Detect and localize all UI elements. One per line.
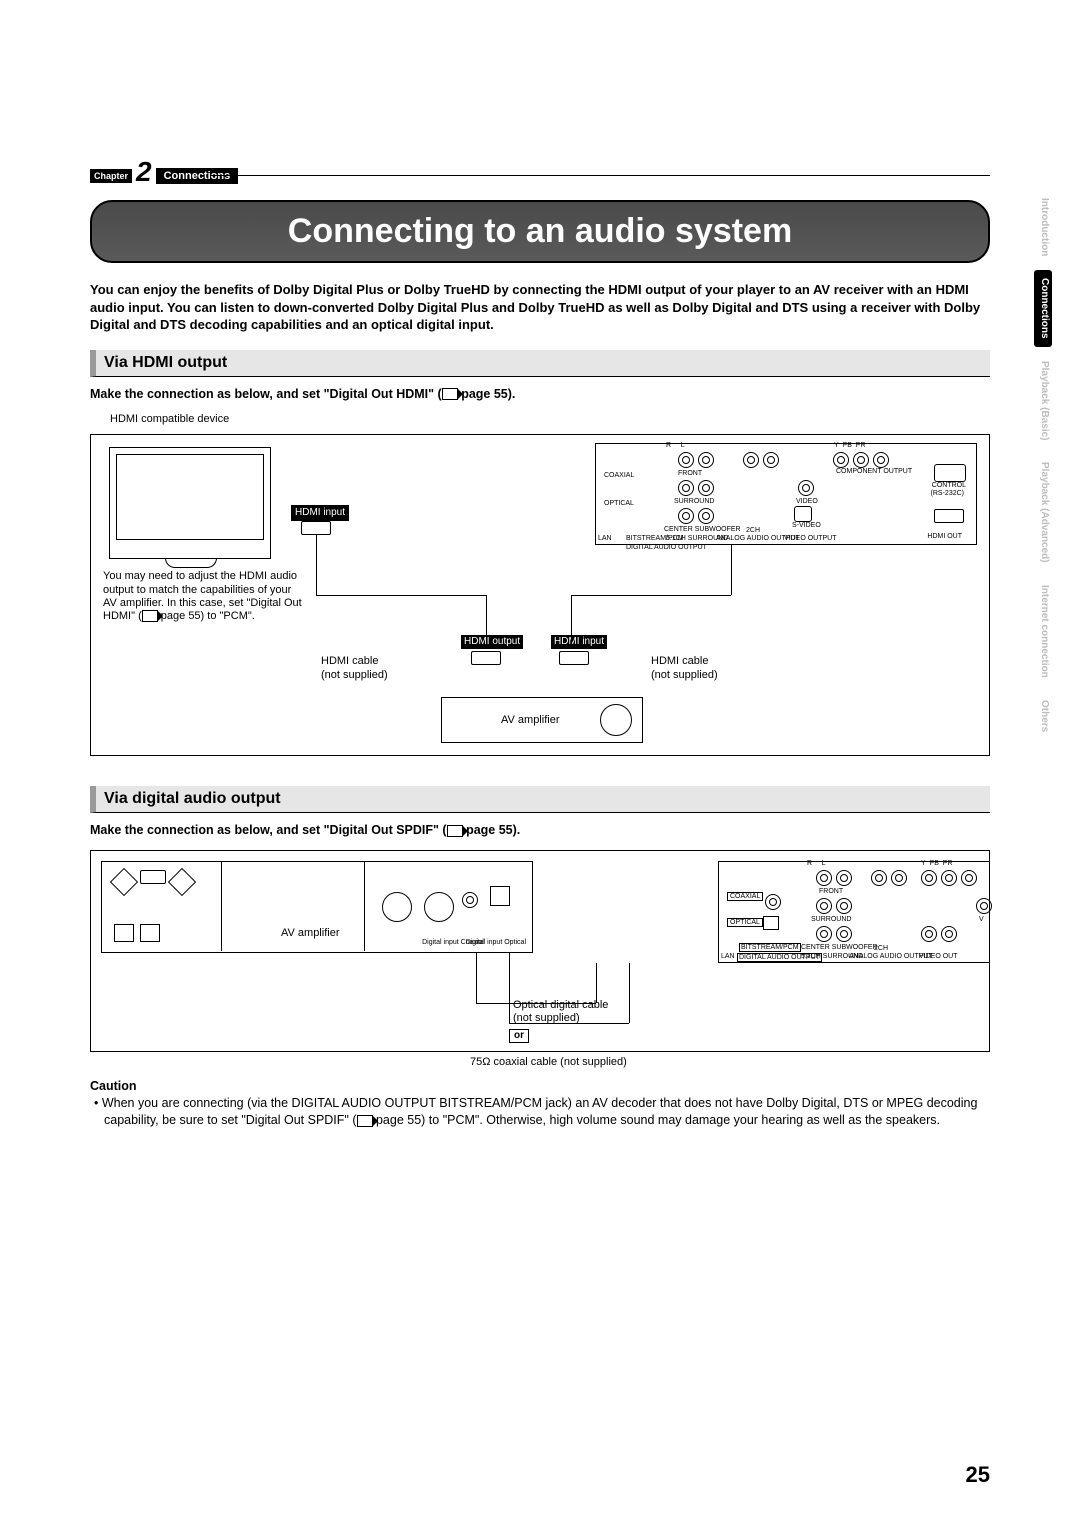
- chapter-label: Chapter: [90, 169, 132, 183]
- diagram-hdmi: HDMI input You may need to adjust the HD…: [90, 434, 990, 756]
- hdmi-cable-label-1: HDMI cable (not supplied): [321, 655, 388, 681]
- or-label: or: [509, 1029, 529, 1043]
- side-tab-playback-advanced: Playback (Advanced): [1034, 454, 1052, 571]
- page-number: 25: [966, 1462, 990, 1488]
- side-tab-playback-basic: Playback (Basic): [1034, 353, 1052, 449]
- page-title: Connecting to an audio system: [132, 212, 948, 251]
- hdmi-note: You may need to adjust the HDMI audio ou…: [103, 570, 303, 623]
- chapter-name: Connections: [156, 168, 239, 184]
- manual-page: Chapter 2 Connections Connecting to an a…: [0, 0, 1080, 1169]
- side-tabs: Introduction Connections Playback (Basic…: [1034, 190, 1052, 740]
- chapter-number: 2: [136, 156, 152, 188]
- av-amp-label: AV amplifier: [501, 714, 559, 727]
- section-heading-hdmi: Via HDMI output: [90, 350, 990, 377]
- xref-icon: [442, 388, 458, 400]
- section-heading-digital: Via digital audio output: [90, 786, 990, 813]
- header-rule: [210, 175, 990, 176]
- xref-icon: [142, 610, 158, 622]
- knob-icon: [600, 704, 632, 736]
- tv-icon: [109, 447, 271, 559]
- diagram-digital: Digital input Coaxial Digital input Opti…: [90, 850, 990, 1052]
- instruction-hdmi: Make the connection as below, and set "D…: [90, 387, 990, 401]
- hdmi-output-label: HDMI output: [461, 635, 523, 649]
- xref-icon: [447, 825, 463, 837]
- instruction-digital: Make the connection as below, and set "D…: [90, 823, 990, 837]
- intro-text: You can enjoy the benefits of Dolby Digi…: [90, 281, 990, 334]
- hdmi-input-label: HDMI input: [291, 505, 349, 521]
- hdmi-input2-label: HDMI input: [551, 635, 607, 649]
- caution-text: • When you are connecting (via the DIGIT…: [90, 1095, 990, 1129]
- hdmi-cable-label-2: HDMI cable (not supplied): [651, 655, 718, 681]
- caution-heading: Caution: [90, 1079, 990, 1093]
- page-title-bar: Connecting to an audio system: [90, 200, 990, 263]
- coax-cable-label: 75Ω coaxial cable (not supplied): [470, 1056, 990, 1069]
- player-panel-2: COAXIAL OPTICAL LAN BITSTREAM/PCM DIGITA…: [718, 861, 989, 963]
- chapter-tab: Chapter 2 Connections: [90, 160, 238, 192]
- xref-icon: [357, 1115, 373, 1127]
- side-tab-connections: Connections: [1034, 270, 1052, 347]
- optical-cable-label: Optical digital cable (not supplied): [513, 999, 608, 1025]
- side-tab-internet: Internet connection: [1034, 577, 1052, 686]
- side-tab-others: Others: [1034, 692, 1052, 740]
- hdmi-device-label: HDMI compatible device: [110, 413, 990, 426]
- player-rear-panel: COAXIAL OPTICAL LAN BITSTREAM/PCM DIGITA…: [595, 443, 977, 545]
- side-tab-introduction: Introduction: [1034, 190, 1052, 264]
